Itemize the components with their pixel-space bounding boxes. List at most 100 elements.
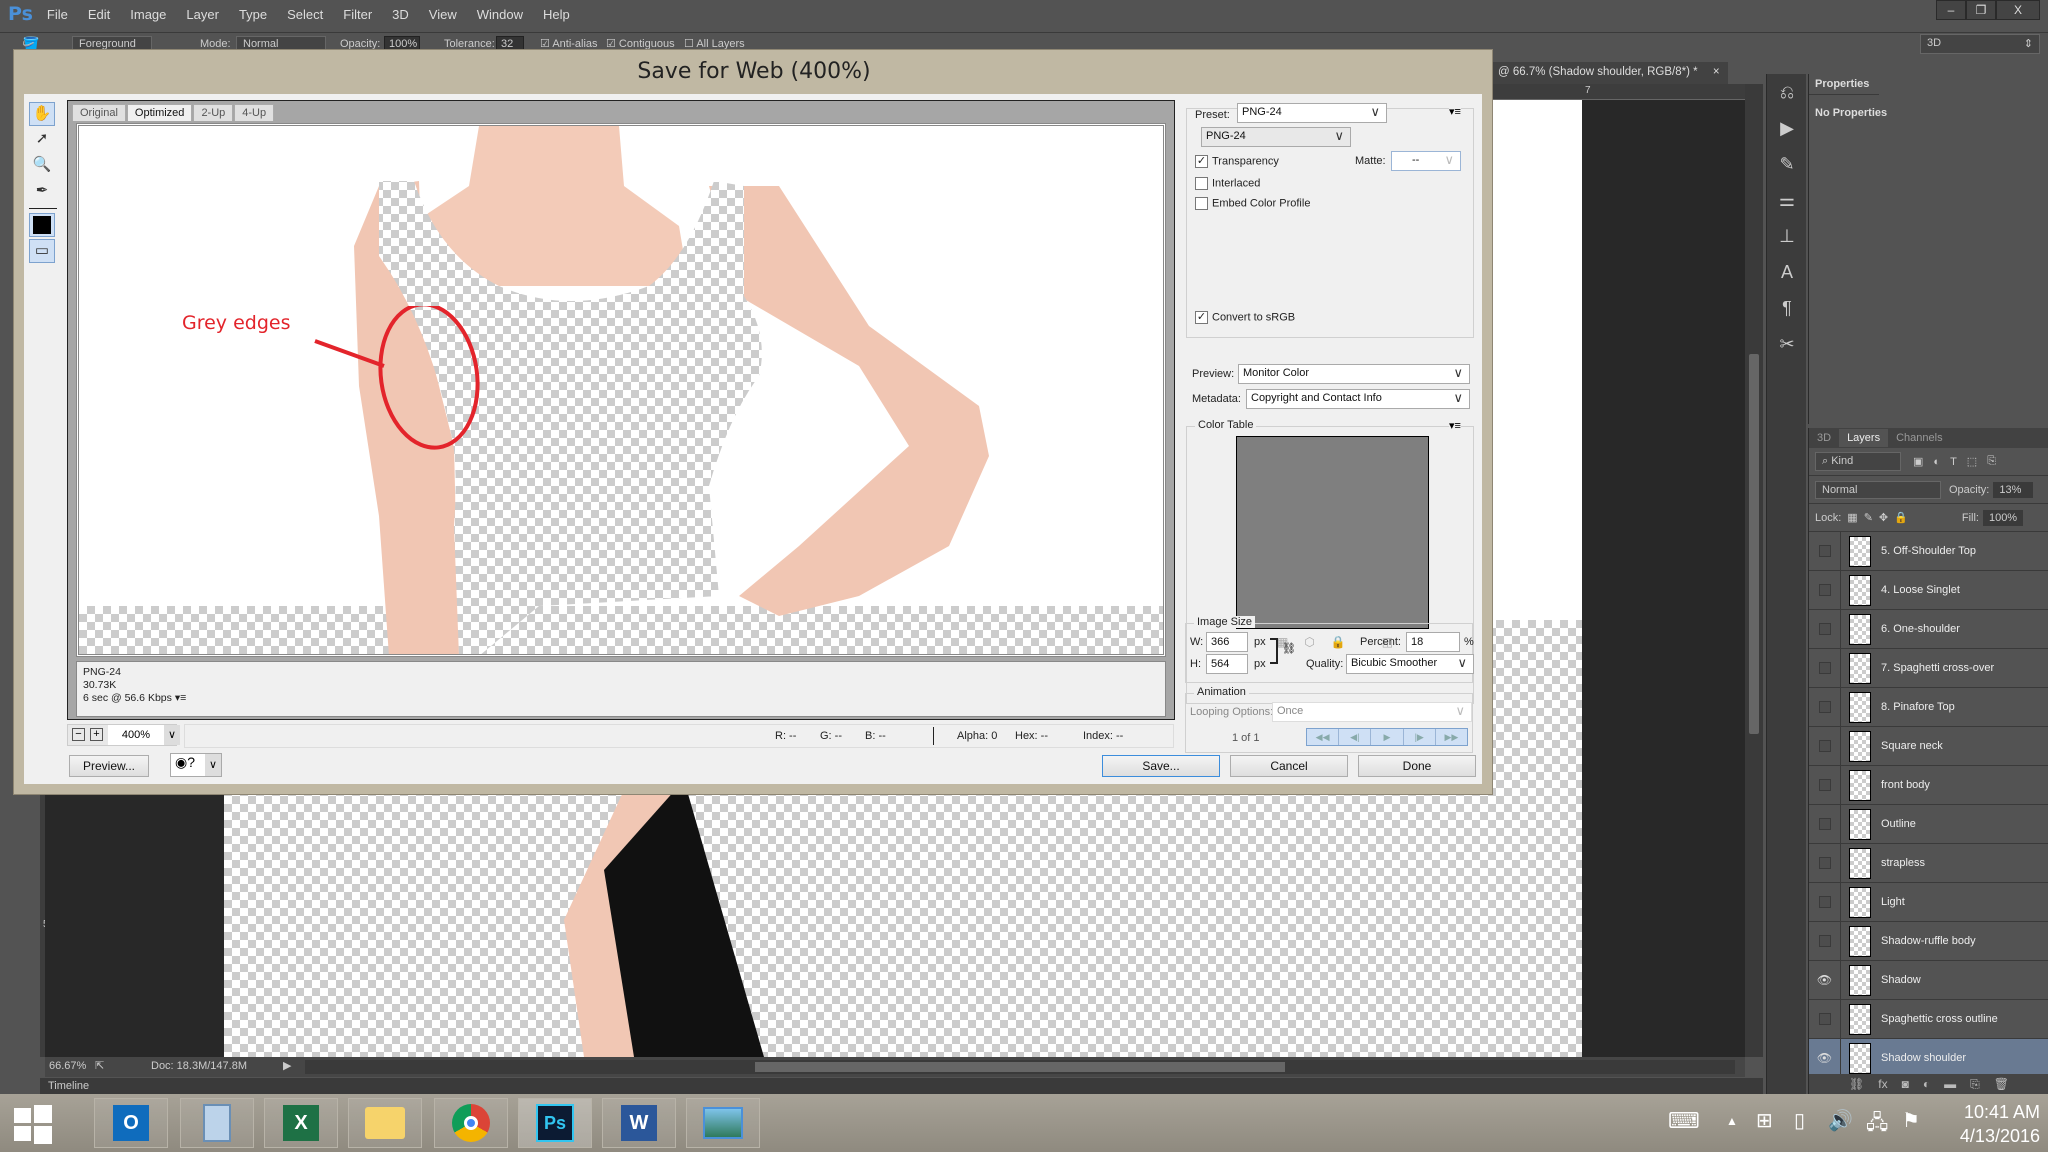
taskbar-photos[interactable] bbox=[686, 1098, 760, 1148]
windows-tray-icon[interactable]: ⊞ bbox=[1756, 1108, 1773, 1133]
lock-paint-icon[interactable]: ✎ bbox=[1864, 511, 1873, 524]
adjustment-icon[interactable]: ◐ bbox=[1923, 1077, 1930, 1091]
filter-kind-select[interactable]: ⌕ Kind bbox=[1815, 452, 1901, 471]
start-button[interactable] bbox=[12, 1102, 54, 1144]
done-button[interactable]: Done bbox=[1358, 755, 1476, 777]
restore-button[interactable]: ❐ bbox=[1966, 0, 1996, 20]
menu-edit[interactable]: Edit bbox=[88, 7, 110, 22]
battery-icon[interactable]: ▯ bbox=[1794, 1108, 1805, 1133]
history-icon[interactable]: ⎌ bbox=[1767, 74, 1807, 110]
folder-icon[interactable]: ▬ bbox=[1944, 1077, 1956, 1091]
browser-dropdown-icon[interactable]: ∨ bbox=[205, 754, 221, 776]
height-field[interactable] bbox=[1206, 654, 1248, 674]
zoom-in-button[interactable]: + bbox=[90, 728, 103, 741]
action-center-flag-icon[interactable]: ⚑ bbox=[1902, 1108, 1920, 1133]
taskbar-outlook[interactable]: O bbox=[94, 1098, 168, 1148]
layer-visibility-toggle[interactable] bbox=[1809, 726, 1841, 766]
menu-view[interactable]: View bbox=[429, 7, 457, 22]
workspace-select[interactable]: 3D ⇕ bbox=[1920, 34, 2040, 54]
hand-tool-icon[interactable]: ✋ bbox=[29, 102, 55, 126]
link-icon[interactable]: ⛓ bbox=[1849, 1077, 1864, 1091]
horizontal-scrollbar[interactable] bbox=[305, 1060, 1735, 1074]
zoom-out-button[interactable]: − bbox=[72, 728, 85, 741]
cancel-button[interactable]: Cancel bbox=[1230, 755, 1348, 777]
optimize-menu-icon[interactable]: ▾≡ bbox=[1449, 105, 1461, 118]
layer-row[interactable]: strapless bbox=[1809, 843, 2048, 883]
timeline-panel[interactable]: Timeline bbox=[40, 1078, 1763, 1094]
layer-visibility-toggle[interactable] bbox=[1809, 687, 1841, 727]
file-format-select[interactable]: PNG-24 ∨ bbox=[1201, 127, 1351, 147]
zoom-dropdown-icon[interactable]: ∨ bbox=[164, 725, 180, 745]
filter-adjustment-icon[interactable]: ◐ bbox=[1933, 456, 1940, 468]
layer-row[interactable]: 8. Pinafore Top bbox=[1809, 687, 2048, 727]
filter-shape-icon[interactable]: ⬚ bbox=[1967, 455, 1977, 468]
preview-menu-icon[interactable]: ▾≡ bbox=[175, 692, 186, 704]
menu-select[interactable]: Select bbox=[287, 7, 323, 22]
layer-visibility-toggle[interactable] bbox=[1809, 921, 1841, 961]
tab-optimized[interactable]: Optimized bbox=[126, 104, 193, 121]
constrain-link-icon[interactable] bbox=[1270, 638, 1278, 664]
layer-row[interactable]: Spaghettic cross outline bbox=[1809, 999, 2048, 1039]
vertical-scrollbar[interactable] bbox=[1745, 84, 1763, 1057]
preview-color-select[interactable]: Monitor Color ∨ bbox=[1238, 364, 1470, 384]
show-hidden-icons[interactable]: ▲ bbox=[1726, 1114, 1738, 1128]
taskbar-chrome[interactable] bbox=[434, 1098, 508, 1148]
menu-window[interactable]: Window bbox=[477, 7, 523, 22]
taskbar-word[interactable]: W bbox=[602, 1098, 676, 1148]
filter-type-icon[interactable]: T bbox=[1950, 456, 1957, 468]
scrollbar-thumb[interactable] bbox=[1749, 354, 1759, 734]
menu-3d[interactable]: 3D bbox=[392, 7, 409, 22]
layer-visibility-toggle[interactable] bbox=[1809, 999, 1841, 1039]
interlaced-checkbox[interactable]: Interlaced bbox=[1195, 177, 1260, 190]
layer-visibility-toggle[interactable] bbox=[1809, 843, 1841, 883]
layer-opacity-field[interactable]: 13% bbox=[1993, 481, 2034, 498]
percent-field[interactable] bbox=[1406, 632, 1460, 652]
embed-profile-checkbox[interactable]: Embed Color Profile bbox=[1195, 197, 1310, 210]
network-icon[interactable]: 🖧 bbox=[1866, 1108, 1888, 1142]
menu-type[interactable]: Type bbox=[239, 7, 267, 22]
layer-visibility-toggle[interactable]: 👁 bbox=[1809, 960, 1841, 1000]
layer-row[interactable]: 4. Loose Singlet bbox=[1809, 570, 2048, 610]
toggle-slices-icon[interactable]: ▭ bbox=[29, 239, 55, 263]
volume-icon[interactable]: 🔊 bbox=[1828, 1108, 1853, 1133]
menu-help[interactable]: Help bbox=[543, 7, 570, 22]
clock[interactable]: 10:41 AM 4/13/2016 bbox=[1940, 1100, 2040, 1148]
clone-source-icon[interactable]: ⊥ bbox=[1767, 218, 1807, 254]
mask-icon[interactable]: ◙ bbox=[1902, 1077, 1909, 1091]
zoom-level-field[interactable]: 400% bbox=[108, 725, 164, 745]
lock-transparent-icon[interactable]: ▦ bbox=[1847, 511, 1857, 524]
taskbar-excel[interactable]: X bbox=[264, 1098, 338, 1148]
layer-row[interactable]: 7. Spaghetti cross-over bbox=[1809, 648, 2048, 688]
eyedropper-color-swatch[interactable] bbox=[29, 213, 55, 237]
layer-row[interactable]: Light bbox=[1809, 882, 2048, 922]
zoom-tool-icon[interactable]: 🔍 bbox=[29, 154, 55, 178]
layer-row[interactable]: 👁 Shadow shoulder bbox=[1809, 1038, 2048, 1078]
menu-layer[interactable]: Layer bbox=[186, 7, 219, 22]
layer-visibility-toggle[interactable] bbox=[1809, 648, 1841, 688]
tab-original[interactable]: Original bbox=[72, 104, 126, 121]
convert-srgb-checkbox[interactable]: ✓ Convert to sRGB bbox=[1195, 311, 1295, 324]
blend-mode-select[interactable]: Normal bbox=[1815, 480, 1941, 499]
taskbar-file-explorer[interactable] bbox=[348, 1098, 422, 1148]
close-button[interactable]: X bbox=[1996, 0, 2040, 20]
tab-3d[interactable]: 3D bbox=[1809, 429, 1839, 447]
character-icon[interactable]: A bbox=[1767, 254, 1807, 290]
tab-4-up[interactable]: 4-Up bbox=[234, 104, 275, 121]
save-button[interactable]: Save... bbox=[1102, 755, 1220, 777]
layer-visibility-toggle[interactable] bbox=[1809, 804, 1841, 844]
tab-channels[interactable]: Channels bbox=[1888, 429, 1950, 447]
brush-presets-icon[interactable]: ⚌ bbox=[1767, 182, 1807, 218]
metadata-select[interactable]: Copyright and Contact Info ∨ bbox=[1246, 389, 1470, 409]
layer-row[interactable]: 👁 Shadow bbox=[1809, 960, 2048, 1000]
menu-file[interactable]: File bbox=[47, 7, 68, 22]
layer-visibility-toggle[interactable] bbox=[1809, 531, 1841, 571]
close-tab-icon[interactable]: × bbox=[1713, 66, 1720, 78]
width-field[interactable] bbox=[1206, 632, 1248, 652]
color-table-menu-icon[interactable]: ▾≡ bbox=[1449, 419, 1461, 432]
scrollbar-thumb[interactable] bbox=[755, 1062, 1285, 1072]
layer-visibility-toggle[interactable] bbox=[1809, 609, 1841, 649]
tool-presets-icon[interactable]: ✂ bbox=[1767, 326, 1807, 362]
quality-select[interactable]: Bicubic Smoother ∨ bbox=[1346, 654, 1474, 674]
play-button[interactable]: ▶ bbox=[1371, 729, 1404, 745]
menu-image[interactable]: Image bbox=[130, 7, 166, 22]
